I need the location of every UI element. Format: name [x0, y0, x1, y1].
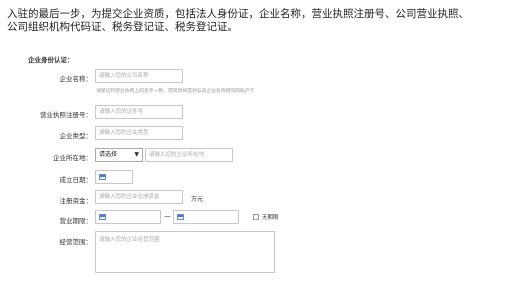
- company-name-hint: 请保证和营业执照上的名字一致，提现时将提到与该企业名称相同的账户下: [96, 89, 255, 94]
- term-end-input[interactable]: [173, 210, 239, 224]
- intro-text: 入驻的最后一步，为提交企业资质，包括法人身份证，企业名称，营业执照注册号、公司营…: [7, 8, 507, 34]
- location-select[interactable]: 请选择 ▼: [95, 148, 143, 162]
- location-select-value: 请选择: [99, 151, 118, 158]
- established-date-label: 成立日期：: [59, 176, 93, 184]
- section-title: 企业身份认证：: [28, 56, 74, 64]
- intro-line-1: 入驻的最后一步，为提交企业资质，包括法人身份证，企业名称，营业执照注册号、公司营…: [7, 8, 469, 20]
- capital-unit: 万元: [191, 196, 204, 203]
- company-name-label: 企业名称：: [59, 75, 93, 83]
- no-term-label: 无期限: [262, 215, 279, 221]
- scope-textarea[interactable]: 请输入您的企业经营范围: [95, 231, 275, 273]
- calendar-icon[interactable]: [177, 214, 184, 220]
- capital-input[interactable]: 请输入您的企业注册资金: [95, 190, 183, 204]
- calendar-icon[interactable]: [99, 214, 106, 220]
- established-date-input[interactable]: [95, 170, 133, 184]
- intro-line-2: 公司组织机构代码证、税务登记证、税务登记证。: [7, 21, 238, 33]
- term-label: 营业期限：: [59, 217, 93, 225]
- license-number-label: 营业执照注册号：: [40, 111, 92, 119]
- company-name-input[interactable]: 请输入您的公司名称: [95, 69, 183, 83]
- location-input[interactable]: 请输入您的企业所在地: [145, 148, 233, 162]
- no-term-checkbox[interactable]: [253, 214, 259, 220]
- term-start-input[interactable]: [95, 210, 161, 224]
- capital-label: 注册资金：: [59, 197, 93, 205]
- location-label: 企业所在地：: [53, 154, 92, 162]
- company-type-input[interactable]: 请输入您的企业类型: [95, 126, 183, 140]
- scope-label: 经营范围：: [59, 238, 93, 246]
- company-type-label: 企业类型：: [59, 132, 93, 140]
- chevron-down-icon: ▼: [134, 151, 139, 158]
- license-number-input[interactable]: 请输入您的证件号: [95, 105, 183, 119]
- term-separator: —: [164, 212, 171, 220]
- calendar-icon[interactable]: [99, 174, 106, 180]
